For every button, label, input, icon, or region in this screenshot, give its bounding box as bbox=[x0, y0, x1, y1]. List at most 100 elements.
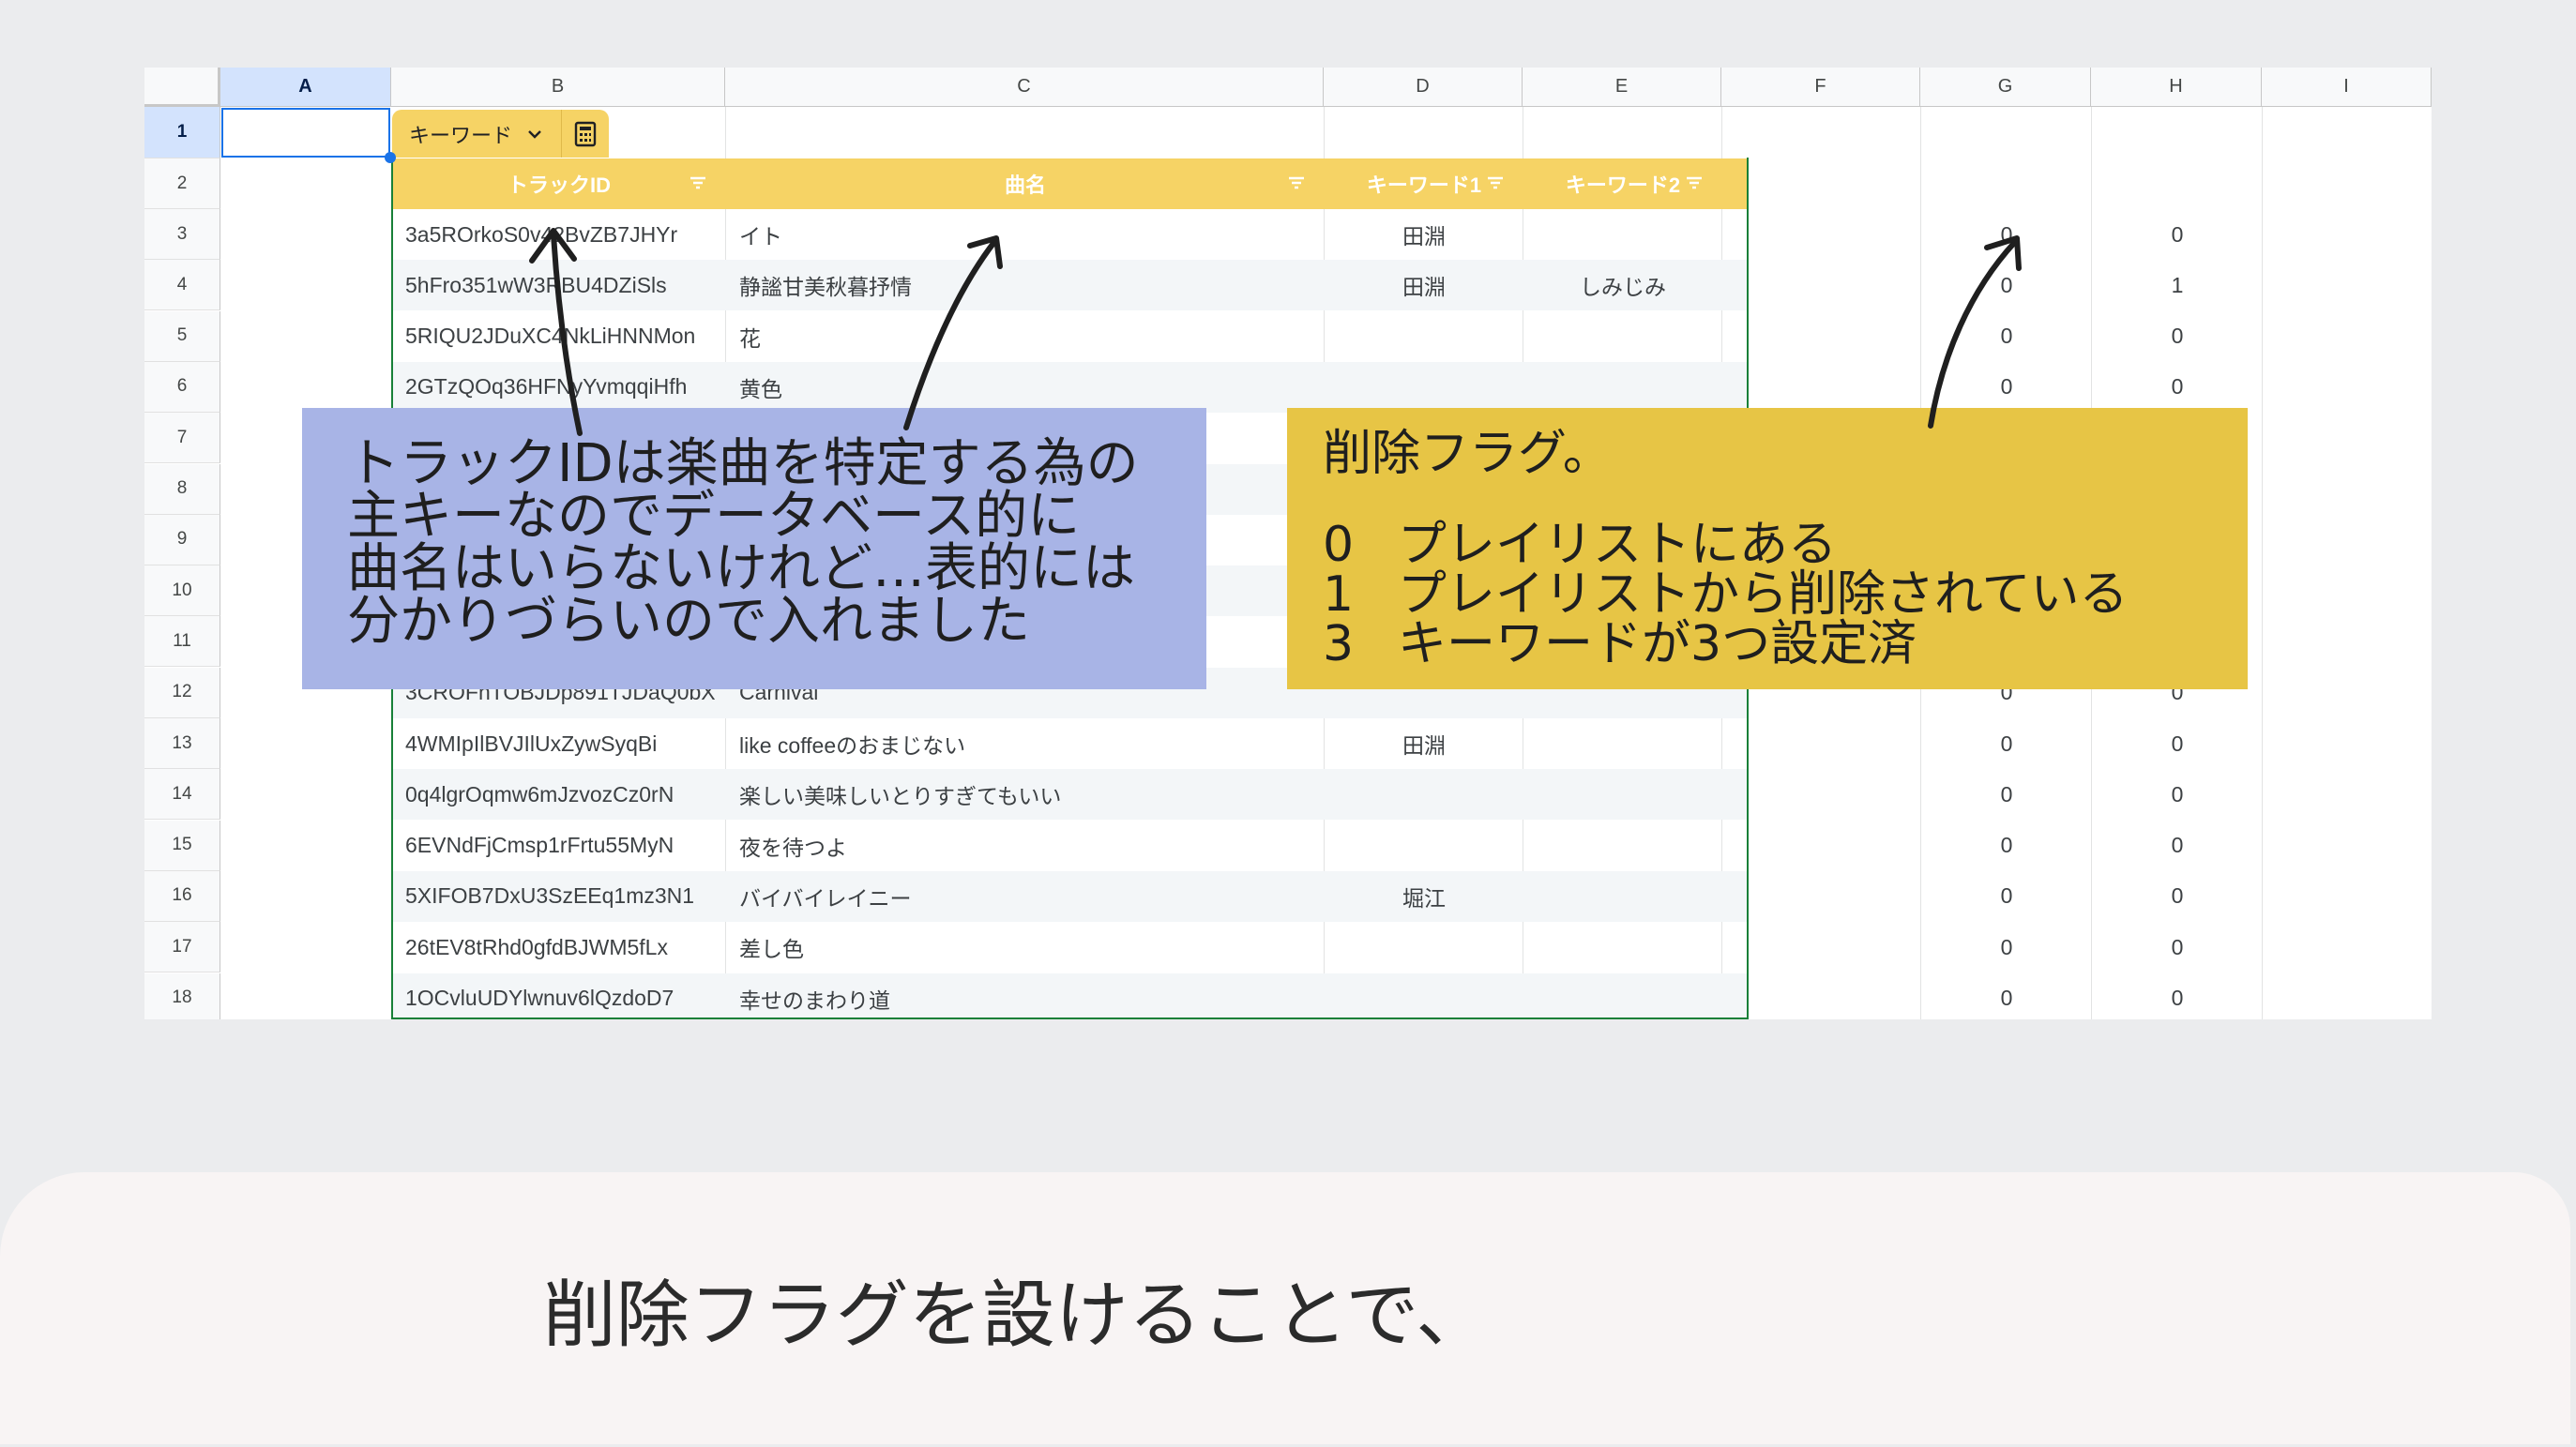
select-all-corner[interactable] bbox=[144, 68, 220, 107]
cell-keyword2[interactable] bbox=[1523, 871, 1722, 922]
cell-keyword2[interactable] bbox=[1523, 718, 1722, 769]
cell-keyword2[interactable] bbox=[1523, 769, 1722, 820]
row-header-13[interactable]: 13 bbox=[144, 718, 220, 769]
cell-keyword1[interactable] bbox=[1325, 362, 1523, 413]
cell-track-id[interactable]: 2GTzQOq36HFNyYvmqqiHfh bbox=[405, 362, 724, 413]
cell-keyword1[interactable]: 田淵 bbox=[1325, 718, 1523, 769]
row-header-10[interactable]: 10 bbox=[144, 565, 220, 617]
cell-keyword2[interactable] bbox=[1523, 311, 1722, 362]
cell-delete-flag[interactable]: 0 bbox=[1921, 871, 2092, 922]
cell-delete-flag[interactable]: 0 bbox=[1921, 362, 2092, 413]
cell-track-id[interactable]: 5RIQU2JDuXC4NkLiHNNMon bbox=[405, 311, 724, 362]
row-header-5[interactable]: 5 bbox=[144, 310, 220, 362]
cell-delete-flag[interactable]: 0 bbox=[1921, 973, 2092, 1020]
cell-track-id[interactable]: 5hFro351wW3RBU4DZiSls bbox=[405, 260, 724, 310]
row-header-18[interactable]: 18 bbox=[144, 972, 220, 1019]
cell-title[interactable]: バイバイレイニー bbox=[739, 871, 1321, 922]
cell-track-id[interactable]: 5XIFOB7DxU3SzEEq1mz3N1 bbox=[405, 871, 724, 922]
filter-icon[interactable] bbox=[1683, 172, 1705, 194]
cell-track-id[interactable]: 6EVNdFjCmsp1rFrtu55MyN bbox=[405, 821, 724, 871]
cell-keyword1[interactable] bbox=[1325, 311, 1523, 362]
cell-title[interactable]: like coffeeのおまじない bbox=[739, 718, 1321, 769]
cell-track-id[interactable]: 4WMIpIlBVJIlUxZywSyqBi bbox=[405, 718, 724, 769]
column-header-i[interactable]: I bbox=[2262, 68, 2432, 107]
cell-keyword2[interactable] bbox=[1523, 362, 1722, 413]
filter-icon[interactable] bbox=[1285, 172, 1308, 194]
cell-title[interactable]: 楽しい美味しいとりすぎてもいい bbox=[739, 769, 1321, 820]
column-header-a[interactable]: A bbox=[220, 68, 391, 107]
cell-weight[interactable]: 0 bbox=[2092, 871, 2263, 922]
cell-keyword1[interactable]: 堀江 bbox=[1325, 871, 1523, 922]
cell-title[interactable]: 黄色 bbox=[739, 362, 1321, 413]
row-header-17[interactable]: 17 bbox=[144, 922, 220, 973]
cell-track-id[interactable]: 1OCvluUDYlwnuv6lQzdoD7 bbox=[405, 973, 724, 1020]
row-header-3[interactable]: 3 bbox=[144, 209, 220, 260]
table-tab-label-button[interactable]: キーワード bbox=[392, 110, 562, 158]
cell-title[interactable]: 花 bbox=[739, 311, 1321, 362]
cell-track-id[interactable]: 26tEV8tRhd0gfdBJWM5fLx bbox=[405, 922, 724, 972]
filter-icon[interactable] bbox=[687, 172, 709, 194]
cell-weight[interactable]: 0 bbox=[2092, 209, 2263, 260]
cell-title[interactable]: イト bbox=[739, 209, 1321, 260]
cell-keyword1[interactable]: 田淵 bbox=[1325, 209, 1523, 260]
row-header-15[interactable]: 15 bbox=[144, 820, 220, 871]
column-header-d[interactable]: D bbox=[1324, 68, 1523, 107]
cell-title[interactable]: 夜を待つよ bbox=[739, 821, 1321, 871]
cell-delete-flag[interactable]: 0 bbox=[1921, 821, 2092, 871]
cell-weight[interactable]: 0 bbox=[2092, 821, 2263, 871]
cell-title[interactable]: 差し色 bbox=[739, 922, 1321, 972]
cell-keyword2[interactable]: しみじみ bbox=[1523, 260, 1722, 310]
cell-title[interactable]: 静謐甘美秋暮抒情 bbox=[739, 260, 1321, 310]
row-header-9[interactable]: 9 bbox=[144, 514, 220, 565]
row-header-4[interactable]: 4 bbox=[144, 260, 220, 311]
table-calculator-button[interactable] bbox=[561, 110, 610, 158]
cell-keyword1[interactable] bbox=[1325, 973, 1523, 1020]
cell-track-id[interactable]: 0q4lgrOqmw6mJzvozCz0rN bbox=[405, 769, 724, 820]
column-header-h[interactable]: H bbox=[2091, 68, 2262, 107]
filter-icon[interactable] bbox=[1484, 172, 1507, 194]
cell-weight[interactable]: 0 bbox=[2092, 973, 2263, 1020]
cell-keyword2[interactable] bbox=[1523, 209, 1722, 260]
cell-delete-flag[interactable]: 0 bbox=[1921, 311, 2092, 362]
filter-icon[interactable] bbox=[1882, 172, 1904, 194]
row-header-16[interactable]: 16 bbox=[144, 870, 220, 922]
cell-delete-flag[interactable]: 0 bbox=[1921, 209, 2092, 260]
header-track-id[interactable]: トラックID bbox=[392, 158, 726, 209]
cell-delete-flag[interactable]: 0 bbox=[1921, 922, 2092, 972]
row-header-8[interactable]: 8 bbox=[144, 463, 220, 515]
cell-weight[interactable]: 0 bbox=[2092, 362, 2263, 413]
row-header-6[interactable]: 6 bbox=[144, 361, 220, 413]
cell-keyword1[interactable] bbox=[1325, 922, 1523, 972]
filter-icon[interactable] bbox=[2053, 172, 2075, 194]
row-header-12[interactable]: 12 bbox=[144, 667, 220, 718]
cell-keyword2[interactable] bbox=[1523, 922, 1722, 972]
cell-delete-flag[interactable]: 0 bbox=[1921, 769, 2092, 820]
active-cell-a1[interactable] bbox=[221, 108, 390, 158]
cell-weight[interactable]: 0 bbox=[2092, 769, 2263, 820]
cell-delete-flag[interactable]: 0 bbox=[1921, 718, 2092, 769]
row-header-2[interactable]: 2 bbox=[144, 158, 220, 209]
row-header-1[interactable]: 1 bbox=[144, 107, 220, 158]
cell-weight[interactable]: 0 bbox=[2092, 718, 2263, 769]
header-title[interactable]: 曲名 bbox=[726, 158, 1325, 209]
filter-icon[interactable] bbox=[2223, 172, 2246, 194]
row-header-14[interactable]: 14 bbox=[144, 769, 220, 821]
column-header-g[interactable]: G bbox=[1920, 68, 2091, 107]
column-header-f[interactable]: F bbox=[1721, 68, 1920, 107]
cell-keyword2[interactable] bbox=[1523, 973, 1722, 1020]
cell-track-id[interactable]: 3a5ROrkoS0v42BvZB7JHYr bbox=[405, 209, 724, 260]
column-header-b[interactable]: B bbox=[391, 68, 725, 107]
cell-delete-flag[interactable]: 0 bbox=[1921, 260, 2092, 310]
row-header-7[interactable]: 7 bbox=[144, 413, 220, 464]
table-name-tab[interactable]: キーワード bbox=[392, 110, 610, 158]
cell-keyword1[interactable]: 田淵 bbox=[1325, 260, 1523, 310]
cell-weight[interactable]: 0 bbox=[2092, 922, 2263, 972]
cell-keyword2[interactable] bbox=[1523, 821, 1722, 871]
cell-weight[interactable]: 1 bbox=[2092, 260, 2263, 310]
cell-title[interactable]: 幸せのまわり道 bbox=[739, 973, 1321, 1020]
row-header-11[interactable]: 11 bbox=[144, 616, 220, 668]
cell-keyword1[interactable] bbox=[1325, 821, 1523, 871]
fill-handle[interactable] bbox=[385, 152, 396, 163]
cell-weight[interactable]: 0 bbox=[2092, 311, 2263, 362]
column-header-e[interactable]: E bbox=[1523, 68, 1721, 107]
